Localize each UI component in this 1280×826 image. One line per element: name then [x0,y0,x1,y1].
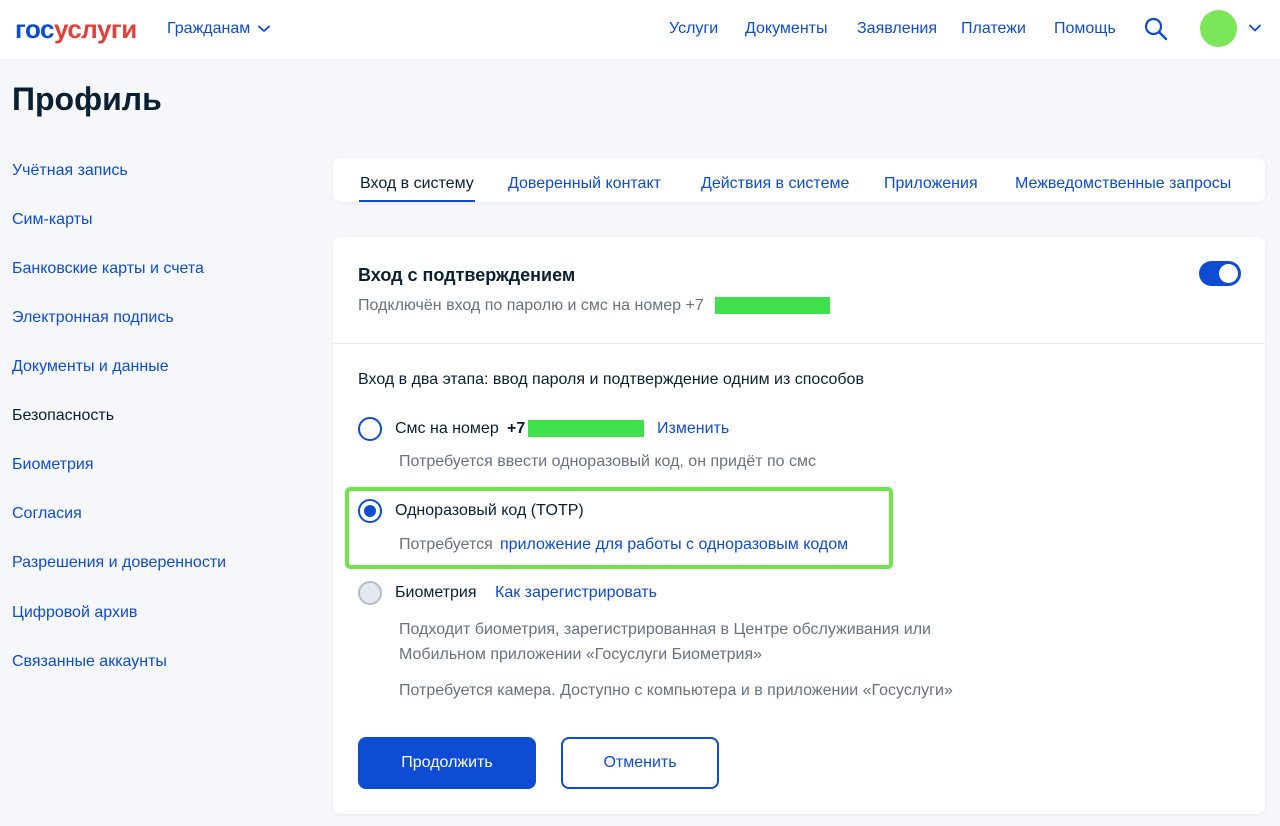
tab-applications[interactable]: Приложения [884,174,978,194]
totp-radio[interactable] [358,499,382,523]
nav-applications[interactable]: Заявления [857,19,937,39]
divider [333,343,1265,344]
sidebar-item-digital-archive[interactable]: Цифровой архив [12,603,137,623]
biometry-hint-line2: Мобильном приложении «Госуслуги Биометри… [399,646,763,663]
biometry-radio[interactable] [358,581,382,605]
avatar[interactable] [1200,10,1237,47]
logo-part-gos: гос [15,14,55,44]
confirm-login-toggle[interactable] [1199,261,1241,286]
confirm-login-description: Подключён вход по паролю и смс на номер … [358,297,704,314]
sidebar-item-account[interactable]: Учётная запись [12,161,128,181]
logo-part-uslugi: услуги [54,14,137,44]
biometry-hint-line1: Подходит биометрия, зарегистрированная в… [399,621,931,638]
sms-radio[interactable] [358,417,382,441]
redacted-phone [528,420,644,437]
nav-documents[interactable]: Документы [745,19,827,39]
sms-hint: Потребуется ввести одноразовый код, он п… [399,453,816,470]
redacted-phone [715,297,830,314]
sidebar-item-e-signature[interactable]: Электронная подпись [12,308,174,328]
totp-option-label: Одноразовый код (TOTP) [395,502,584,519]
sidebar-item-security[interactable]: Безопасность [12,406,114,426]
nav-services[interactable]: Услуги [669,19,718,39]
chevron-down-icon [258,25,271,32]
biometry-option-label: Биометрия [395,584,477,601]
totp-app-link[interactable]: приложение для работы с одноразовым кодо… [500,535,848,555]
chevron-down-icon[interactable] [1248,21,1262,35]
two-step-intro: Вход в два этапа: ввод пароля и подтверж… [358,371,864,388]
search-icon[interactable] [1143,16,1169,42]
tab-system-actions[interactable]: Действия в системе [701,174,849,194]
sidebar-item-sim-cards[interactable]: Сим-карты [12,210,92,230]
tab-interagency-requests[interactable]: Межведомственные запросы [1015,174,1231,194]
nav-payments[interactable]: Платежи [961,19,1026,39]
nav-help[interactable]: Помощь [1054,19,1116,39]
page-title: Профиль [12,81,162,117]
confirm-login-title: Вход с подтверждением [358,265,576,285]
gosuslugi-logo[interactable]: госуслуги [15,14,137,44]
highlight-frame [345,487,893,569]
audience-dropdown[interactable]: Гражданам [167,19,271,39]
top-header: госуслуги Гражданам Услуги Документы Зая… [0,0,1280,60]
sms-option-label: Смс на номер [395,420,499,437]
biometry-hint-line3: Потребуется камера. Доступно с компьютер… [399,682,953,699]
sidebar-item-linked-accounts[interactable]: Связанные аккаунты [12,652,167,672]
totp-hint-prefix: Потребуется [399,536,493,553]
sidebar-item-biometry[interactable]: Биометрия [12,455,94,475]
biometry-register-link[interactable]: Как зарегистрировать [495,583,657,603]
sms-phone-prefix: +7 [507,420,526,437]
sms-change-link[interactable]: Изменить [657,419,729,439]
continue-button[interactable]: Продолжить [358,737,536,789]
sidebar-item-permissions[interactable]: Разрешения и доверенности [12,553,226,573]
tab-login[interactable]: Вход в систему [360,174,474,194]
audience-label: Гражданам [167,20,251,37]
sidebar-item-bank-cards[interactable]: Банковские карты и счета [12,259,204,279]
cancel-button[interactable]: Отменить [561,737,719,789]
sidebar-item-consents[interactable]: Согласия [12,504,82,524]
sidebar-item-documents[interactable]: Документы и данные [12,357,169,377]
active-tab-indicator [359,200,475,202]
toggle-knob [1219,264,1238,283]
tab-trusted-contact[interactable]: Доверенный контакт [508,174,661,194]
